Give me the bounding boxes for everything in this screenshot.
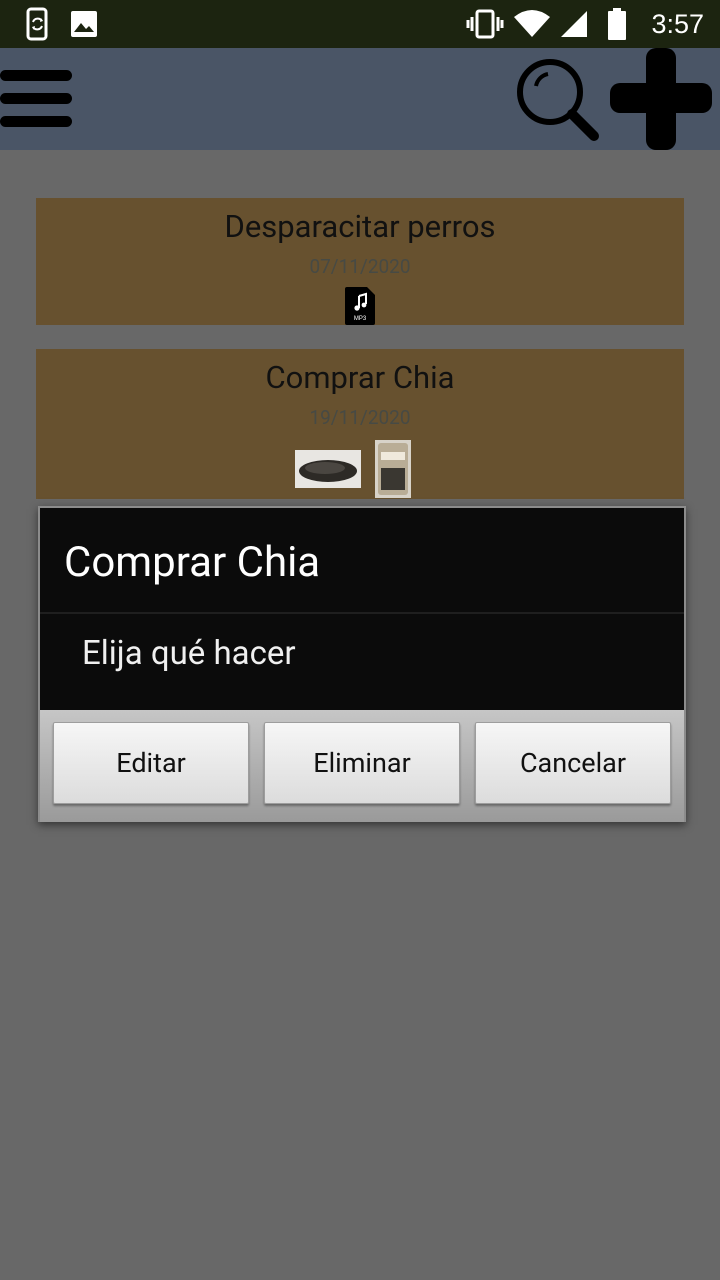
cancel-button[interactable]: Cancelar	[475, 722, 671, 804]
task-card[interactable]: Desparacitar perros 07/11/2020 MP3	[36, 198, 684, 325]
status-bar: 3:57	[0, 0, 720, 48]
task-title: Desparacitar perros	[224, 208, 496, 245]
chia-seeds-photo[interactable]	[295, 450, 361, 488]
phone-sync-icon	[22, 0, 54, 48]
hamburger-menu-icon[interactable]	[0, 68, 74, 130]
vibrate-icon	[466, 0, 504, 48]
cellular-signal-icon	[558, 0, 590, 48]
task-card[interactable]: Comprar Chia 19/11/2020	[36, 349, 684, 499]
dialog-title: Comprar Chia	[64, 538, 321, 587]
task-date: 07/11/2020	[309, 255, 411, 278]
edit-button[interactable]: Editar	[53, 722, 249, 804]
plus-icon[interactable]	[608, 48, 714, 150]
wifi-icon	[512, 0, 552, 48]
task-date: 19/11/2020	[309, 406, 411, 429]
delete-button[interactable]: Eliminar	[264, 722, 460, 804]
app-bar	[0, 48, 720, 150]
chia-package-photo[interactable]	[375, 440, 411, 498]
search-icon[interactable]	[514, 56, 604, 142]
mp3-file-icon[interactable]: MP3	[345, 287, 375, 325]
clock-time: 3:57	[651, 9, 704, 39]
svg-text:MP3: MP3	[354, 316, 367, 322]
dialog-divider	[40, 612, 684, 614]
image-icon	[68, 0, 100, 48]
dialog-message: Elija qué hacer	[82, 634, 296, 673]
battery-icon	[604, 0, 630, 48]
action-dialog: Comprar Chia Elija qué hacer Editar Elim…	[38, 506, 686, 822]
task-title: Comprar Chia	[265, 359, 455, 396]
dialog-button-bar: Editar Eliminar Cancelar	[40, 710, 684, 822]
